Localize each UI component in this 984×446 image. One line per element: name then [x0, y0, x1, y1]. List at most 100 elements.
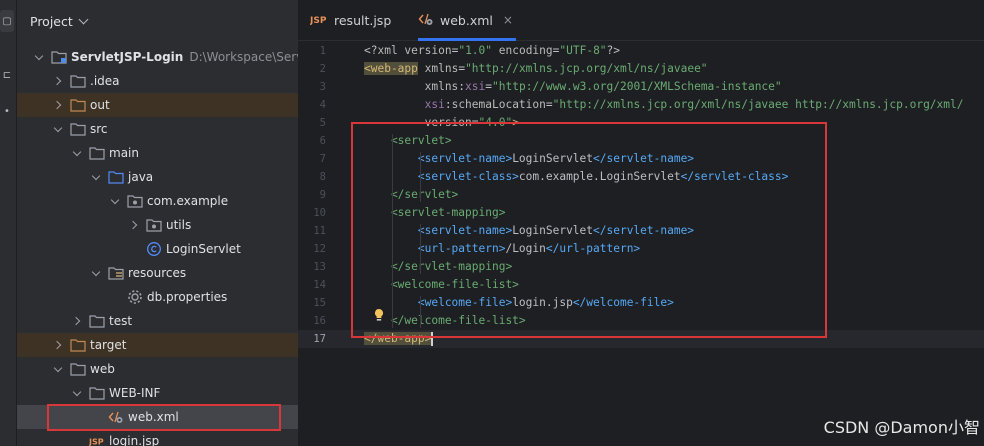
code-line[interactable]: 2 <web-app xmlns="http://xmlns.jcp.org/xm…	[298, 60, 984, 78]
text-caret	[431, 332, 433, 346]
line-number: 17	[313, 333, 326, 345]
lightbulb-icon[interactable]	[373, 308, 385, 322]
excluded-folder-icon	[70, 98, 86, 112]
structure-tool-icon[interactable]: ⊏	[0, 64, 14, 86]
tree-item[interactable]: main	[17, 141, 298, 165]
tree-item[interactable]: ServletJSP-Login D:\Workspace\ServletJSP	[17, 45, 298, 69]
tree-item[interactable]: db.properties	[17, 285, 298, 309]
chevron-down-icon[interactable]	[52, 363, 64, 375]
code-line[interactable]: 13 </servlet-mapping>	[298, 258, 984, 276]
code-line[interactable]: 12 <url-pattern>/Login</url-pattern>	[298, 240, 984, 258]
source-folder-icon	[108, 170, 124, 184]
tree-item-path: D:\Workspace\ServletJSP	[189, 50, 298, 64]
tree-item[interactable]: src	[17, 117, 298, 141]
tree-item[interactable]: web.xml	[17, 405, 298, 429]
code-area[interactable]: 1 <?xml version="1.0" encoding="UTF-8"?> 2…	[298, 42, 984, 446]
tree-item[interactable]: utils	[17, 213, 298, 237]
chevron-down-icon[interactable]	[52, 123, 64, 135]
more-tools-icon[interactable]: •	[0, 100, 14, 122]
editor: JSP result.jsp web.xml × 1 <?xml version="1.…	[298, 0, 984, 446]
code-text: <servlet-class>com.example.LoginServlet<…	[364, 170, 789, 183]
line-number: 5	[319, 117, 326, 129]
code-line[interactable]: 1 <?xml version="1.0" encoding="UTF-8"?>	[298, 42, 984, 60]
project-view-selector[interactable]: Project	[30, 11, 89, 31]
tree-item[interactable]: out	[17, 93, 298, 117]
chevron-right-icon[interactable]	[52, 99, 64, 111]
line-number: 11	[313, 225, 326, 237]
chevron-down-icon[interactable]	[71, 147, 83, 159]
chevron-down-icon	[78, 14, 89, 24]
tree-item[interactable]: test	[17, 309, 298, 333]
code-line[interactable]: 9 </servlet>	[298, 186, 984, 204]
tree-item-label: test	[109, 314, 133, 328]
editor-tab[interactable]: JSP result.jsp	[309, 0, 402, 40]
editor-tab-label: web.xml	[440, 12, 493, 28]
tree-item-label: com.example	[147, 194, 229, 208]
module-folder-icon	[51, 50, 67, 64]
line-number: 13	[313, 261, 326, 273]
code-line[interactable]: 14 <welcome-file-list>	[298, 276, 984, 294]
chevron-right-icon[interactable]	[128, 219, 140, 231]
code-line[interactable]: 10 <servlet-mapping>	[298, 204, 984, 222]
code-line[interactable]: 3 xmlns:xsi="http://www.w3.org/2001/XMLS…	[298, 78, 984, 96]
tree-item[interactable]: WEB-INF	[17, 381, 298, 405]
excluded-folder-icon	[70, 338, 86, 352]
code-text: <servlet-name>LoginServlet</servlet-name…	[364, 224, 695, 237]
indent-guide	[420, 152, 421, 202]
chevron-right-icon[interactable]	[52, 339, 64, 351]
tree-item[interactable]: resources	[17, 261, 298, 285]
tree-item[interactable]: com.example	[17, 189, 298, 213]
code-line[interactable]: 7 <servlet-name>LoginServlet</servlet-na…	[298, 150, 984, 168]
close-icon[interactable]: ×	[503, 13, 513, 27]
chevron-down-icon[interactable]	[33, 51, 45, 63]
line-number: 12	[313, 243, 326, 255]
tree-item[interactable]: java	[17, 165, 298, 189]
chevron-right-icon[interactable]	[52, 75, 64, 87]
tree-item[interactable]: target	[17, 333, 298, 357]
line-number: 3	[319, 81, 326, 93]
code-line[interactable]: 8 <servlet-class>com.example.LoginServle…	[298, 168, 984, 186]
code-line[interactable]: 15 <welcome-file>login.jsp</welcome-file…	[298, 294, 984, 312]
code-text: <welcome-file-list>	[364, 278, 519, 291]
code-line[interactable]: 6 <servlet>	[298, 132, 984, 150]
code-line[interactable]: 16 </welcome-file-list>	[298, 312, 984, 330]
code-line[interactable]: 4 xsi:schemaLocation="http://xmlns.jcp.o…	[298, 96, 984, 114]
project-panel-title: Project	[30, 13, 73, 29]
code-text: xsi:schemaLocation="http://xmlns.jcp.org…	[364, 98, 964, 111]
tree-item-label: out	[90, 98, 110, 112]
tree-item-label: web	[90, 362, 115, 376]
tree-item[interactable]: JSP login.jsp	[17, 429, 298, 446]
tree-item[interactable]: .idea	[17, 69, 298, 93]
code-text: <servlet-mapping>	[364, 206, 506, 219]
editor-tab-bar: JSP result.jsp web.xml ×	[298, 0, 984, 41]
tree-item-label: LoginServlet	[166, 242, 241, 256]
chevron-down-icon[interactable]	[90, 267, 102, 279]
line-number: 10	[313, 207, 326, 219]
folder-icon	[70, 74, 86, 88]
tree-item[interactable]: web	[17, 357, 298, 381]
code-text: </web-app>	[364, 332, 433, 346]
tree-item-label: target	[90, 338, 127, 352]
code-line[interactable]: 11 <servlet-name>LoginServlet</servlet-n…	[298, 222, 984, 240]
chevron-down-icon[interactable]	[71, 387, 83, 399]
project-tool-icon[interactable]: ▢	[0, 10, 14, 32]
chevron-down-icon[interactable]	[90, 171, 102, 183]
tree-item-label: WEB-INF	[109, 386, 161, 400]
code-text: </welcome-file-list>	[364, 314, 526, 327]
class-icon	[146, 242, 162, 256]
chevron-right-icon[interactable]	[71, 315, 83, 327]
tree-item[interactable]: LoginServlet	[17, 237, 298, 261]
tree-item-label: java	[128, 170, 154, 184]
xml-file-icon	[418, 11, 434, 30]
code-line[interactable]: 17 </web-app>	[298, 330, 984, 348]
svg-text:JSP: JSP	[89, 438, 104, 446]
chevron-down-icon[interactable]	[109, 195, 121, 207]
tool-window-strip: ▢ ⊏ •	[0, 0, 17, 446]
watermark: CSDN @Damon小智	[823, 418, 980, 437]
code-text: <?xml version="1.0" encoding="UTF-8"?>	[364, 44, 621, 57]
code-line[interactable]: 5 version="4.0">	[298, 114, 984, 132]
tree-item-label: .idea	[90, 74, 120, 88]
editor-tab[interactable]: web.xml ×	[418, 0, 516, 41]
